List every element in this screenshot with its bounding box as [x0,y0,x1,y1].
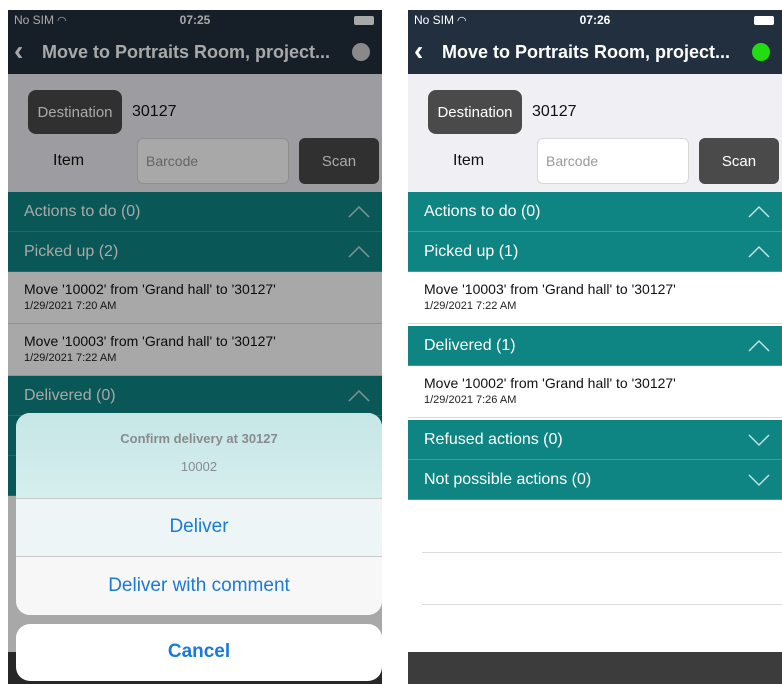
phone-screen-right: No SIM ◠ 07:26 ‹ Move to Portraits Room, … [408,10,782,684]
chevron-down-icon [748,474,770,487]
section-picked-up[interactable]: Picked up (1) [408,232,782,272]
cancel-button[interactable]: Cancel [16,624,382,681]
chevron-left-icon[interactable]: ‹ [414,37,423,65]
action-date: 1/29/2021 7:22 AM [424,300,517,312]
action-description: Move '10003' from 'Grand hall' to '30127… [424,281,676,297]
action-date: 1/29/2021 7:26 AM [424,394,517,406]
chevron-up-icon [748,245,770,258]
chevron-down-icon [748,434,770,447]
barcode-input[interactable]: Barcode [537,138,689,184]
destination-form: Destination 30127 Item Barcode Scan [408,74,782,192]
battery-icon [754,16,774,25]
action-sheet-title: Confirm delivery at 30127 [120,431,278,446]
chevron-up-icon [748,339,770,352]
phone-screen-left: No SIM ◠ 07:25 ‹ Move to Portraits Room, … [8,10,382,684]
list-item[interactable]: Move '10003' from 'Grand hall' to '30127… [408,272,782,324]
section-label: Delivered (1) [424,337,516,354]
nav-bar: ‹ Move to Portraits Room, project... [408,30,782,74]
action-sheet-subtitle: 10002 [180,459,218,474]
deliver-button[interactable]: Deliver [16,499,382,557]
page-title: Move to Portraits Room, project... [442,42,731,62]
section-label: Not possible actions (0) [424,471,592,488]
bottom-bar [408,652,782,684]
status-bar: No SIM ◠ 07:26 [408,10,782,30]
destination-button[interactable]: Destination [428,90,522,134]
destination-value: 30127 [532,103,577,120]
list-item[interactable]: Move '10002' from 'Grand hall' to '30127… [408,366,782,418]
chevron-up-icon [748,205,770,218]
action-sheet: Confirm delivery at 30127 10002 Deliver … [16,413,382,615]
divider [422,552,782,553]
scan-button[interactable]: Scan [699,138,779,184]
section-refused-actions[interactable]: Refused actions (0) [408,420,782,460]
deliver-with-comment-button[interactable]: Deliver with comment [16,558,382,615]
action-sheet-header: Confirm delivery at 30127 10002 [16,413,382,499]
section-actions-to-do[interactable]: Actions to do (0) [408,192,782,232]
divider [422,604,782,605]
action-description: Move '10002' from 'Grand hall' to '30127… [424,375,676,391]
section-delivered[interactable]: Delivered (1) [408,326,782,366]
item-label: Item [453,152,485,169]
section-label: Picked up (1) [424,243,519,260]
section-not-possible-actions[interactable]: Not possible actions (0) [408,460,782,500]
section-label: Actions to do (0) [424,203,541,220]
clock: 07:26 [579,13,611,27]
connection-indicator [752,43,770,61]
section-label: Refused actions (0) [424,431,563,448]
